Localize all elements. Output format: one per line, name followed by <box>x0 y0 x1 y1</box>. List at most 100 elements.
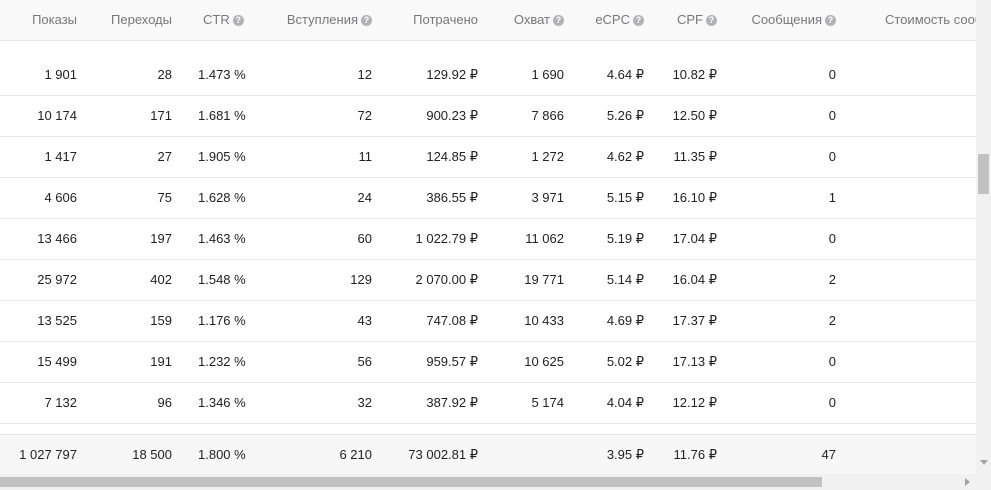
cell-cpf: 10.82 ₽ <box>672 67 717 82</box>
cell-clicks: 27 <box>157 149 172 164</box>
table-row[interactable]: 7 132 96 1.346 % 32 387.92 ₽ 5 174 4.04 ₽ 12.12… <box>0 382 976 423</box>
vertical-scrollbar[interactable] <box>976 0 991 474</box>
stats-table: 1 901 28 1.473 % 12 129.92 ₽1 690 4.64 ₽10.82… <box>0 0 976 474</box>
cell-cpf: 17.37 ₽ <box>672 313 717 328</box>
column-header-label: Переходы <box>111 12 172 27</box>
cell-reach: 7 866 <box>531 108 564 123</box>
horizontal-scroll-thumb[interactable] <box>0 477 822 487</box>
table-body: 1 901 28 1.473 % 12 129.92 ₽1 690 4.64 ₽10.82… <box>0 55 976 464</box>
help-icon[interactable]: ? <box>633 15 644 26</box>
cell-spent: 747.08 ₽ <box>426 313 478 328</box>
cell-clicks: 28 <box>157 67 172 82</box>
column-header-label: Стоимость сооб <box>885 12 976 27</box>
cell-ecpc: 4.04 ₽ <box>606 395 644 410</box>
column-header-joins[interactable]: Вступления? <box>272 0 372 40</box>
cell-ecpc: 4.69 ₽ <box>606 313 644 328</box>
total-ecpc: 3.95 ₽ <box>606 447 644 462</box>
column-header-message-cost[interactable]: Стоимость сооб <box>885 0 976 40</box>
cell-ctr: 1.473 % <box>198 67 246 82</box>
totals-row: 1 027 797 18 500 1.800 % 6 210 73 002.81… <box>0 434 976 474</box>
cell-messages: 0 <box>828 67 836 82</box>
cell-messages: 0 <box>828 149 836 164</box>
column-header-label: CTR <box>203 12 230 27</box>
cell-spent: 124.85 ₽ <box>426 149 478 164</box>
cell-impressions: 7 132 <box>44 395 77 410</box>
cell-ecpc: 5.02 ₽ <box>606 354 644 369</box>
column-header-label: Вступления <box>286 12 358 27</box>
cell-messages: 2 <box>828 272 836 287</box>
cell-cpf: 12.12 ₽ <box>672 395 717 410</box>
column-header-reach[interactable]: Охват? <box>490 0 564 40</box>
scroll-down-arrow-icon[interactable] <box>980 460 988 465</box>
table-row[interactable]: 25 972 402 1.548 % 129 2 070.00 ₽ 19 771 5.14 … <box>0 259 976 300</box>
cell-impressions: 4 606 <box>44 190 77 205</box>
cell-impressions: 13 466 <box>37 231 77 246</box>
cell-joins: 12 <box>357 67 372 82</box>
cell-joins: 129 <box>350 272 372 287</box>
cell-reach: 1 690 <box>531 67 564 82</box>
cell-clicks: 171 <box>150 108 172 123</box>
column-header-spent[interactable]: Потрачено <box>380 0 478 40</box>
cell-joins: 56 <box>357 354 372 369</box>
help-icon[interactable]: ? <box>825 15 836 26</box>
cell-impressions: 10 174 <box>37 108 77 123</box>
cell-cpf: 17.13 ₽ <box>672 354 717 369</box>
cell-ctr: 1.548 % <box>198 272 246 287</box>
cell-reach: 5 174 <box>531 395 564 410</box>
cell-cpf: 11.35 ₽ <box>673 149 717 164</box>
help-icon[interactable]: ? <box>706 15 717 26</box>
column-header-clicks[interactable]: Переходы <box>92 0 172 40</box>
cell-joins: 11 <box>358 149 373 164</box>
help-icon[interactable]: ? <box>553 15 564 26</box>
column-header-ecpc[interactable]: eCPC? <box>575 0 644 40</box>
table-row[interactable]: 13 525 159 1.176 % 43 747.08 ₽ 10 433 4.69 ₽ 17… <box>0 300 976 341</box>
column-header-cpf[interactable]: CPF? <box>655 0 717 40</box>
total-cpf: 11.76 ₽ <box>673 447 717 462</box>
table-row[interactable]: 13 466 197 1.463 % 60 1 022.79 ₽ 11 062 5.19 ₽… <box>0 218 976 259</box>
horizontal-scrollbar[interactable] <box>0 474 991 490</box>
table-row[interactable]: 1 901 28 1.473 % 12 129.92 ₽ 1 690 4.64 ₽ 10.82… <box>0 55 976 95</box>
scroll-right-arrow-icon[interactable] <box>965 478 970 486</box>
cell-ctr: 1.463 % <box>198 231 246 246</box>
cell-cpf: 16.04 ₽ <box>672 272 717 287</box>
cell-cpf: 16.10 ₽ <box>672 190 717 205</box>
cell-clicks: 159 <box>150 313 172 328</box>
cell-messages: 1 <box>828 190 836 205</box>
cell-clicks: 197 <box>150 231 172 246</box>
cell-spent: 129.92 ₽ <box>426 67 478 82</box>
cell-reach: 19 771 <box>524 272 564 287</box>
cell-joins: 24 <box>357 190 372 205</box>
total-clicks: 18 500 <box>132 447 172 462</box>
table-row[interactable]: 10 174 171 1.681 % 72 900.23 ₽ 7 866 5.26 ₽ 12.… <box>0 95 976 136</box>
cell-reach: 11 062 <box>525 231 564 246</box>
cell-ctr: 1.346 % <box>198 395 246 410</box>
cell-clicks: 75 <box>157 190 172 205</box>
help-icon[interactable]: ? <box>361 15 372 26</box>
cell-clicks: 96 <box>157 395 172 410</box>
table-row[interactable]: 15 499 191 1.232 % 56 959.57 ₽ 10 625 5.02 ₽ 17… <box>0 341 976 382</box>
cell-reach: 1 272 <box>531 149 564 164</box>
vertical-scroll-thumb[interactable] <box>978 154 989 194</box>
cell-spent: 1 022.79 ₽ <box>415 231 479 246</box>
help-icon[interactable]: ? <box>232 15 244 26</box>
cell-ecpc: 5.26 ₽ <box>606 108 644 123</box>
cell-clicks: 402 <box>150 272 172 287</box>
cell-joins: 60 <box>357 231 372 246</box>
table-row[interactable]: 4 606 75 1.628 % 24 386.55 ₽ 3 971 5.15 ₽ 16.10… <box>0 177 976 218</box>
column-header-messages[interactable]: Сообщения? <box>730 0 836 40</box>
cell-joins: 43 <box>357 313 372 328</box>
cell-ctr: 1.628 % <box>198 190 246 205</box>
cell-ecpc: 4.64 ₽ <box>606 67 644 82</box>
cell-ctr: 1.232 % <box>198 354 246 369</box>
column-header-label: eCPC <box>595 12 630 27</box>
column-header-impressions[interactable]: Показы <box>0 0 77 40</box>
column-header-ctr[interactable]: CTR? <box>203 0 263 40</box>
cell-impressions: 15 499 <box>37 354 77 369</box>
cell-ctr: 1.905 % <box>198 149 246 164</box>
table-row[interactable]: 1 417 27 1.905 % 11 124.85 ₽ 1 272 4.62 ₽ 11.35… <box>0 136 976 177</box>
column-header-label: Показы <box>32 12 77 27</box>
cell-messages: 2 <box>828 313 836 328</box>
cell-reach: 3 971 <box>531 190 564 205</box>
cell-reach: 10 433 <box>524 313 564 328</box>
cell-impressions: 13 525 <box>37 313 77 328</box>
